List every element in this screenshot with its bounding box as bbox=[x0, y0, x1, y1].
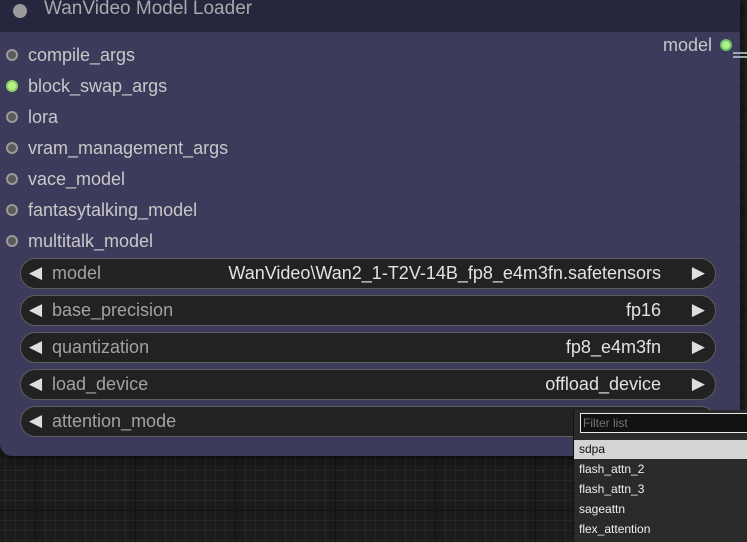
widget-model[interactable]: ◀ model WanVideo\Wan2_1-T2V-14B_fp8_e4m3… bbox=[20, 258, 716, 289]
filter-list-input[interactable] bbox=[580, 413, 747, 433]
output-dot-connected-icon[interactable] bbox=[720, 39, 732, 51]
decrement-arrow-icon[interactable]: ◀ bbox=[29, 337, 42, 357]
input-label: compile_args bbox=[28, 44, 136, 65]
decrement-arrow-icon[interactable]: ◀ bbox=[29, 374, 42, 394]
widget-base-precision[interactable]: ◀ base_precision fp16 ▶ bbox=[20, 295, 716, 326]
input-dot-icon[interactable] bbox=[6, 49, 18, 61]
widget-quantization[interactable]: ◀ quantization fp8_e4m3fn ▶ bbox=[20, 332, 716, 363]
increment-arrow-icon[interactable]: ▶ bbox=[692, 374, 705, 394]
dropdown-option-flash-attn-2[interactable]: flash_attn_2 bbox=[574, 460, 747, 479]
input-dot-connected-icon[interactable] bbox=[6, 80, 18, 92]
increment-arrow-icon[interactable]: ▶ bbox=[692, 337, 705, 357]
widget-label: quantization bbox=[52, 337, 150, 357]
input-slot-fantasytalking-model[interactable]: fantasytalking_model bbox=[6, 199, 197, 221]
input-dot-icon[interactable] bbox=[6, 173, 18, 185]
output-label: model bbox=[662, 34, 712, 55]
wanvideo-model-loader-node[interactable]: WanVideo Model Loader compile_args block… bbox=[0, 0, 740, 456]
widget-value[interactable]: offload_device bbox=[545, 374, 661, 395]
attention-mode-dropdown[interactable]: sdpa flash_attn_2 flash_attn_3 sageattn … bbox=[573, 410, 747, 542]
collapse-dot-icon[interactable] bbox=[13, 4, 27, 18]
dropdown-option-sdpa[interactable]: sdpa bbox=[574, 440, 747, 459]
widget-label: load_device bbox=[52, 374, 149, 394]
widget-value[interactable]: fp16 bbox=[626, 300, 661, 321]
dropdown-option-flex-attention[interactable]: flex_attention bbox=[574, 520, 747, 539]
input-slot-lora[interactable]: lora bbox=[6, 106, 58, 128]
widget-label: base_precision bbox=[52, 300, 174, 320]
input-slot-block-swap-args[interactable]: block_swap_args bbox=[6, 75, 167, 97]
input-dot-icon[interactable] bbox=[6, 204, 18, 216]
output-link-wire bbox=[733, 52, 747, 58]
output-slot-model[interactable]: model bbox=[663, 34, 732, 56]
input-slot-multitalk-model[interactable]: multitalk_model bbox=[6, 230, 153, 252]
widget-label: attention_mode bbox=[52, 411, 177, 431]
input-label: lora bbox=[28, 106, 59, 127]
increment-arrow-icon[interactable]: ▶ bbox=[692, 263, 705, 283]
input-dot-icon[interactable] bbox=[6, 235, 18, 247]
widget-value[interactable]: WanVideo\Wan2_1-T2V-14B_fp8_e4m3fn.safet… bbox=[228, 263, 661, 284]
input-label: vram_management_args bbox=[28, 137, 229, 158]
input-dot-icon[interactable] bbox=[6, 111, 18, 123]
widget-value[interactable]: fp8_e4m3fn bbox=[566, 337, 661, 358]
widget-load-device[interactable]: ◀ load_device offload_device ▶ bbox=[20, 369, 716, 400]
input-label: vace_model bbox=[28, 168, 126, 189]
decrement-arrow-icon[interactable]: ◀ bbox=[29, 300, 42, 320]
decrement-arrow-icon[interactable]: ◀ bbox=[29, 263, 42, 283]
input-label: multitalk_model bbox=[28, 230, 154, 251]
dropdown-option-flash-attn-3[interactable]: flash_attn_3 bbox=[574, 480, 747, 499]
input-slot-vace-model[interactable]: vace_model bbox=[6, 168, 125, 190]
input-label: fantasytalking_model bbox=[28, 199, 198, 220]
widget-label: model bbox=[52, 263, 102, 283]
dropdown-option-sageattn[interactable]: sageattn bbox=[574, 500, 747, 519]
node-title: WanVideo Model Loader bbox=[44, 0, 253, 19]
increment-arrow-icon[interactable]: ▶ bbox=[692, 300, 705, 320]
input-slot-vram-management-args[interactable]: vram_management_args bbox=[6, 137, 228, 159]
input-slot-compile-args[interactable]: compile_args bbox=[6, 44, 135, 66]
input-label: block_swap_args bbox=[28, 75, 168, 96]
input-dot-icon[interactable] bbox=[6, 142, 18, 154]
node-title-bar[interactable]: WanVideo Model Loader bbox=[0, 0, 740, 32]
decrement-arrow-icon[interactable]: ◀ bbox=[29, 411, 42, 431]
